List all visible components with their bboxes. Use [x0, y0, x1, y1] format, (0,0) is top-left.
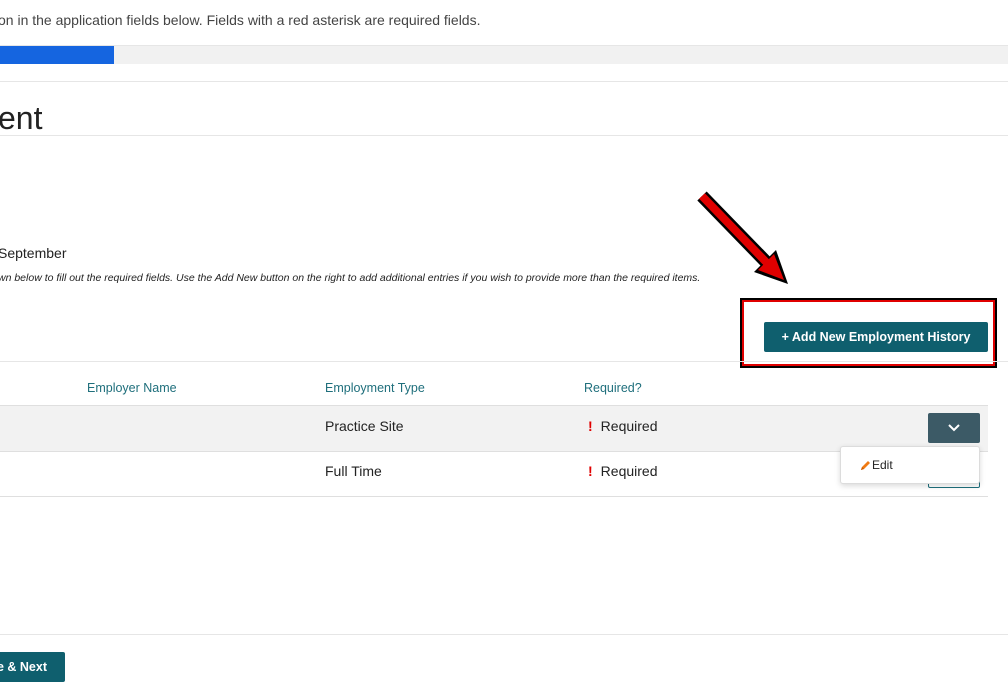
annotation-arrow-icon — [697, 191, 788, 284]
column-header-employment-type[interactable]: Employment Type — [325, 381, 425, 395]
chevron-down-icon — [948, 424, 960, 432]
divider — [0, 81, 1008, 82]
divider — [0, 135, 1008, 136]
exclamation-icon: ! — [588, 463, 593, 479]
section-title: ent — [0, 100, 43, 136]
required-status: Required — [600, 463, 658, 479]
save-and-next-button[interactable]: e & Next — [0, 652, 65, 682]
table-row: Practice Site ! Required — [0, 405, 988, 452]
required-status: Required — [600, 418, 658, 434]
exclamation-icon: ! — [588, 418, 593, 434]
employment-type-cell: Practice Site — [325, 418, 404, 434]
progress-fill — [0, 46, 114, 64]
add-new-employment-history-button[interactable]: + Add New Employment History — [764, 322, 988, 352]
footer-divider — [0, 634, 1008, 635]
required-cell: ! Required — [588, 418, 658, 434]
section-subheading: September — [0, 245, 67, 261]
progress-bar — [0, 45, 1008, 64]
row-actions-dropdown-button[interactable] — [928, 413, 980, 443]
column-header-required[interactable]: Required? — [584, 381, 642, 395]
edit-menu-item[interactable]: Edit — [859, 458, 893, 472]
employment-type-cell: Full Time — [325, 463, 382, 479]
required-cell: ! Required — [588, 463, 658, 479]
divider — [0, 361, 1008, 362]
row-actions-menu: Edit — [840, 446, 980, 484]
pencil-icon — [861, 460, 870, 470]
instructions-text: on in the application fields below. Fiel… — [0, 12, 481, 28]
edit-label: Edit — [872, 458, 893, 472]
help-text: wn below to fill out the required fields… — [0, 272, 701, 284]
column-header-employer-name[interactable]: Employer Name — [87, 381, 177, 395]
